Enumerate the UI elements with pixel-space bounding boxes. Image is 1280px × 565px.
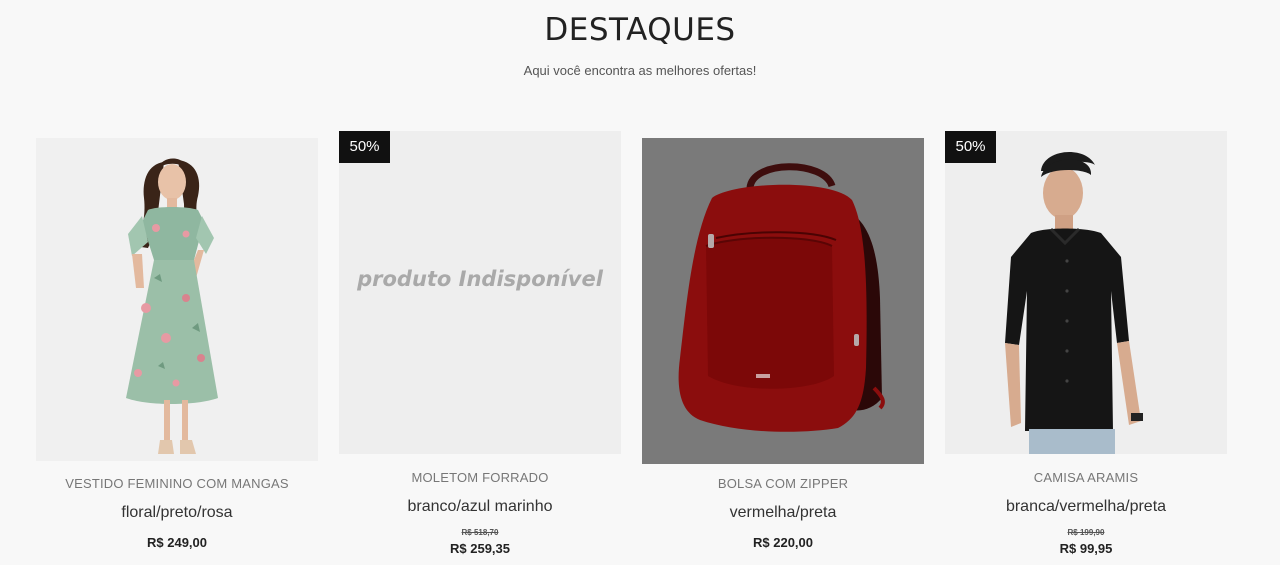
product-image[interactable]: [642, 138, 924, 464]
product-image[interactable]: 50%: [945, 131, 1227, 454]
product-price: R$ 220,00: [753, 535, 813, 550]
product-variant: branco/azul marinho: [407, 498, 553, 515]
product-old-price: R$ 199,90: [1067, 528, 1105, 537]
product-variant: floral/preto/rosa: [121, 504, 233, 521]
product-name[interactable]: CAMISA ARAMIS: [945, 470, 1227, 485]
red-backpack-image: [678, 163, 885, 432]
discount-badge: 50%: [339, 131, 390, 163]
man-black-shirt-image: [1005, 152, 1143, 454]
product-image-placeholder[interactable]: 50% produto Indisponível: [339, 131, 621, 454]
product-name[interactable]: MOLETOM FORRADO: [339, 470, 621, 485]
product-price: R$ 249,00: [147, 535, 207, 550]
product-variant: vermelha/preta: [729, 504, 837, 521]
product-price: R$ 259,35: [450, 541, 510, 556]
section-title: DESTAQUES: [544, 12, 736, 48]
product-price: R$ 99,95: [1059, 541, 1113, 556]
product-old-price: R$ 518,70: [461, 528, 499, 537]
product-image[interactable]: [36, 138, 318, 461]
product-variant: branca/vermelha/preta: [1005, 498, 1167, 515]
woman-floral-dress-image: [126, 158, 218, 454]
discount-badge: 50%: [945, 131, 996, 163]
product-name[interactable]: VESTIDO FEMININO COM MANGAS: [36, 476, 318, 491]
section-subtitle: Aqui você encontra as melhores ofertas!: [523, 63, 757, 78]
product-name[interactable]: BOLSA COM ZIPPER: [642, 476, 924, 491]
unavailable-label: produto Indisponível: [357, 267, 603, 291]
